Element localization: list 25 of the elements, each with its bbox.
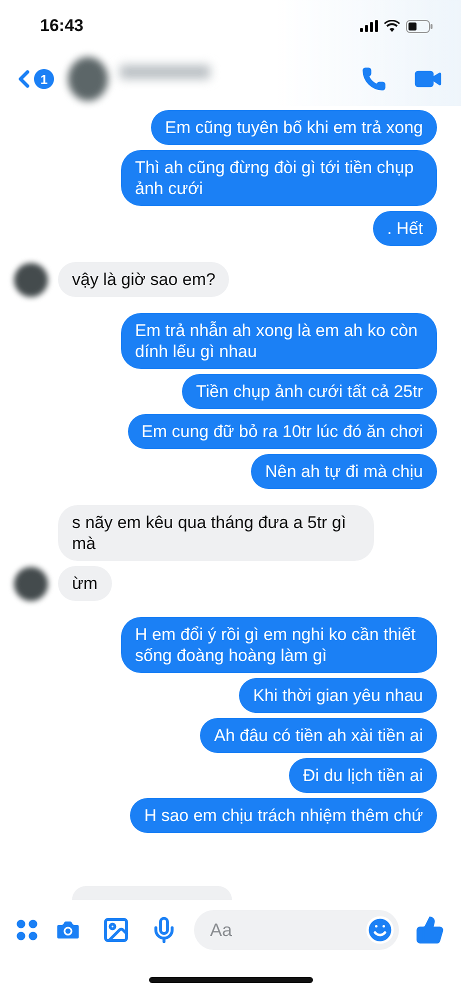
message-bubble: H sao em chịu trách nhiệm thêm chứ bbox=[130, 798, 437, 833]
message-bubble: Ah đâu có tiền ah xài tiền ai bbox=[200, 718, 437, 753]
message-bubble: Em trả nhẫn ah xong là em ah ko còn dính lếu gì nhau bbox=[121, 313, 437, 369]
message-bubble: Khi thời gian yêu nhau bbox=[239, 678, 437, 713]
message-bubble: s nãy em kêu qua tháng đưa a 5tr gì mà bbox=[58, 505, 374, 561]
message-input[interactable]: Aa bbox=[194, 910, 399, 950]
message-bubble: Em cung đữ bỏ ra 10tr lúc đó ăn chơi bbox=[128, 414, 437, 449]
message-bubble: Tiền chụp ảnh cưới tất cả 25tr bbox=[182, 374, 437, 409]
message-bubble: H em đổi ý rồi gì em nghi ko cần thiết sống đoàng hoàng làm gì bbox=[121, 617, 437, 673]
message-bubble: Đi du lịch tiền ai bbox=[288, 758, 437, 793]
back-button[interactable]: 1 bbox=[10, 65, 54, 93]
status-time: 16:43 bbox=[40, 16, 84, 36]
unread-badge: 1 bbox=[34, 69, 54, 89]
wifi-icon bbox=[384, 20, 400, 32]
signal-icon bbox=[360, 20, 378, 32]
message-bubble: ừm bbox=[58, 566, 112, 601]
blurred-avatar bbox=[68, 57, 108, 101]
message-bubble: vậy là giờ sao em? bbox=[58, 262, 230, 297]
message-bubble: . Hết bbox=[373, 211, 437, 246]
message-bubble: Thì ah cũng đừng đòi gì tới tiền chụp ảnh cưới bbox=[121, 150, 437, 206]
smiley-icon[interactable] bbox=[365, 915, 395, 945]
battery-icon bbox=[406, 20, 433, 32]
grid-dots-icon[interactable] bbox=[16, 919, 38, 941]
message-bubble: Em cũng tuyên bố khi em trả xong bbox=[151, 110, 437, 145]
message-bubble: Nên ah tự đi mà chịu bbox=[251, 454, 437, 489]
